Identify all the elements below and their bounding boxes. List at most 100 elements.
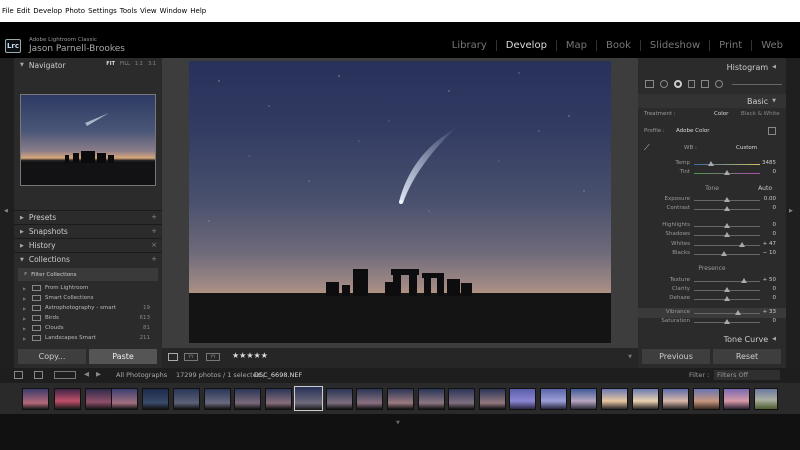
before-after-icon[interactable]: YY [184, 353, 198, 361]
navigator-header[interactable]: ▼ Navigator FIT FILL 1:1 3:1 [14, 58, 162, 72]
saturation-slider[interactable]: Saturation 0 [638, 317, 786, 327]
collection-item[interactable]: ▶ Smart Collections [14, 293, 162, 303]
contrast-slider[interactable]: Contrast 0 [638, 204, 786, 214]
module-web[interactable]: Web [751, 40, 792, 51]
filmstrip-thumbnail[interactable] [22, 388, 49, 410]
red-eye-icon[interactable] [674, 80, 682, 88]
secondary-display-icon[interactable] [14, 371, 23, 379]
snapshots-header[interactable]: ▶ Snapshots + [14, 224, 162, 238]
filmstrip-thumbnail[interactable] [173, 388, 200, 410]
radial-filter-icon[interactable] [701, 80, 709, 88]
slider-knob[interactable] [720, 251, 727, 256]
tone-curve-header[interactable]: Tone Curve ◀ [638, 332, 786, 346]
blacks-slider[interactable]: Blacks − 10 [638, 249, 786, 259]
slider-track[interactable] [694, 281, 760, 282]
slider-track[interactable] [694, 254, 760, 255]
tint-slider[interactable]: Tint 0 [638, 168, 786, 178]
shadows-slider[interactable]: Shadows 0 [638, 230, 786, 240]
main-photo[interactable] [189, 61, 611, 343]
slider-knob[interactable] [734, 310, 741, 315]
filmstrip-thumbnail[interactable] [570, 388, 597, 410]
treatment-bw-button[interactable]: Black & White [741, 111, 780, 117]
filmstrip-thumbnail[interactable] [632, 388, 659, 410]
filmstrip-thumbnail[interactable] [326, 388, 353, 410]
module-book[interactable]: Book [596, 40, 640, 51]
star-rating[interactable]: ★★★★★ [232, 351, 268, 360]
treatment-color-button[interactable]: Color [714, 111, 728, 117]
eyedropper-icon[interactable]: ⟋ [644, 143, 650, 153]
slider-track[interactable] [694, 164, 760, 165]
paste-settings-button[interactable]: Paste [89, 349, 157, 364]
menu-help[interactable]: Help [190, 7, 206, 15]
collections-header[interactable]: ▼ Collections + [14, 252, 162, 266]
slider-knob[interactable] [724, 296, 730, 301]
history-header[interactable]: ▶ History × [14, 238, 162, 252]
zoom-1-1[interactable]: 1:1 [135, 61, 143, 67]
collection-item[interactable]: ▶ From Lightroom [14, 283, 162, 293]
slider-knob[interactable] [724, 287, 730, 292]
zoom-3-1[interactable]: 3:1 [148, 61, 156, 67]
filmstrip-thumbnail[interactable] [54, 388, 81, 410]
reset-button[interactable]: Reset [713, 349, 781, 364]
collection-item[interactable]: ▶ Landscapes Smart 211 [14, 333, 162, 343]
module-print[interactable]: Print [709, 40, 751, 51]
menu-view[interactable]: View [140, 7, 157, 15]
source-label[interactable]: All Photographs [116, 371, 167, 379]
menu-photo[interactable]: Photo [65, 7, 85, 15]
filmstrip-thumbnail[interactable] [265, 388, 292, 410]
slider-knob[interactable] [724, 206, 730, 211]
grid-view-icon[interactable] [34, 371, 43, 379]
histogram-header[interactable]: Histogram ◀ [638, 60, 786, 74]
crop-icon[interactable] [645, 80, 654, 88]
filmstrip-thumbnail[interactable] [85, 388, 112, 410]
zoom-fit[interactable]: FIT [106, 61, 115, 67]
filmstrip-thumbnail[interactable] [387, 388, 414, 410]
toolbar-menu-icon[interactable]: ▼ [628, 354, 632, 360]
module-map[interactable]: Map [555, 40, 596, 51]
slider-value[interactable]: 0 [773, 169, 777, 175]
menu-develop[interactable]: Develop [33, 7, 62, 15]
add-snapshot-icon[interactable]: + [151, 227, 157, 235]
slider-knob[interactable] [724, 232, 730, 237]
slider-value[interactable]: 0 [773, 231, 777, 237]
collection-item[interactable]: ▶ Clouds 81 [14, 323, 162, 333]
basic-header[interactable]: Basic ▼ [638, 94, 786, 108]
module-slideshow[interactable]: Slideshow [639, 40, 709, 51]
slider-knob[interactable] [724, 170, 730, 175]
filmstrip-thumbnail[interactable] [204, 388, 231, 410]
brush-icon[interactable] [715, 80, 723, 88]
add-collection-icon[interactable]: + [151, 255, 157, 263]
filmstrip-thumbnail[interactable] [693, 388, 720, 410]
collapse-left-icon[interactable]: ◀ [4, 208, 8, 214]
slider-knob[interactable] [739, 242, 746, 247]
auto-tone-button[interactable]: Auto [758, 185, 772, 192]
filter-collections[interactable]: ⌕ Filter Collections [18, 268, 158, 281]
filmstrip-thumbnail[interactable] [111, 388, 138, 410]
collection-item[interactable]: ▶ Astrophotography - smart 19 [14, 303, 162, 313]
filmstrip-thumbnail[interactable] [540, 388, 567, 410]
dehaze-slider[interactable]: Dehaze 0 [638, 294, 786, 304]
slider-track[interactable] [694, 245, 760, 246]
back-arrow-icon[interactable]: ◀ [84, 370, 89, 378]
slider-knob[interactable] [707, 161, 714, 166]
slider-value[interactable]: + 47 [763, 241, 776, 247]
module-library[interactable]: Library [443, 40, 496, 51]
slider-value[interactable]: − 10 [763, 250, 776, 256]
graduated-filter-icon[interactable] [688, 80, 695, 88]
collapse-filmstrip-icon[interactable]: ▼ [396, 420, 400, 426]
slider-knob[interactable] [724, 197, 730, 202]
filter-dropdown[interactable]: Filters Off [714, 370, 780, 380]
collection-item[interactable]: ▶ Birds 613 [14, 313, 162, 323]
filmstrip-thumbnail[interactable] [479, 388, 506, 410]
slider-value[interactable]: 0 [773, 295, 777, 301]
copy-settings-button[interactable]: Copy... [18, 349, 86, 364]
filmstrip-thumbnail-selected[interactable] [294, 386, 323, 411]
slider-knob[interactable] [724, 223, 730, 228]
filmstrip-thumbnail[interactable] [142, 388, 169, 410]
filmstrip-thumbnail[interactable] [754, 388, 778, 410]
slider-knob[interactable] [724, 319, 730, 324]
filmstrip-thumbnail[interactable] [601, 388, 628, 410]
profile-browser-icon[interactable] [768, 127, 776, 135]
slider-value[interactable]: + 50 [763, 277, 776, 283]
filmstrip-thumbnail[interactable] [418, 388, 445, 410]
